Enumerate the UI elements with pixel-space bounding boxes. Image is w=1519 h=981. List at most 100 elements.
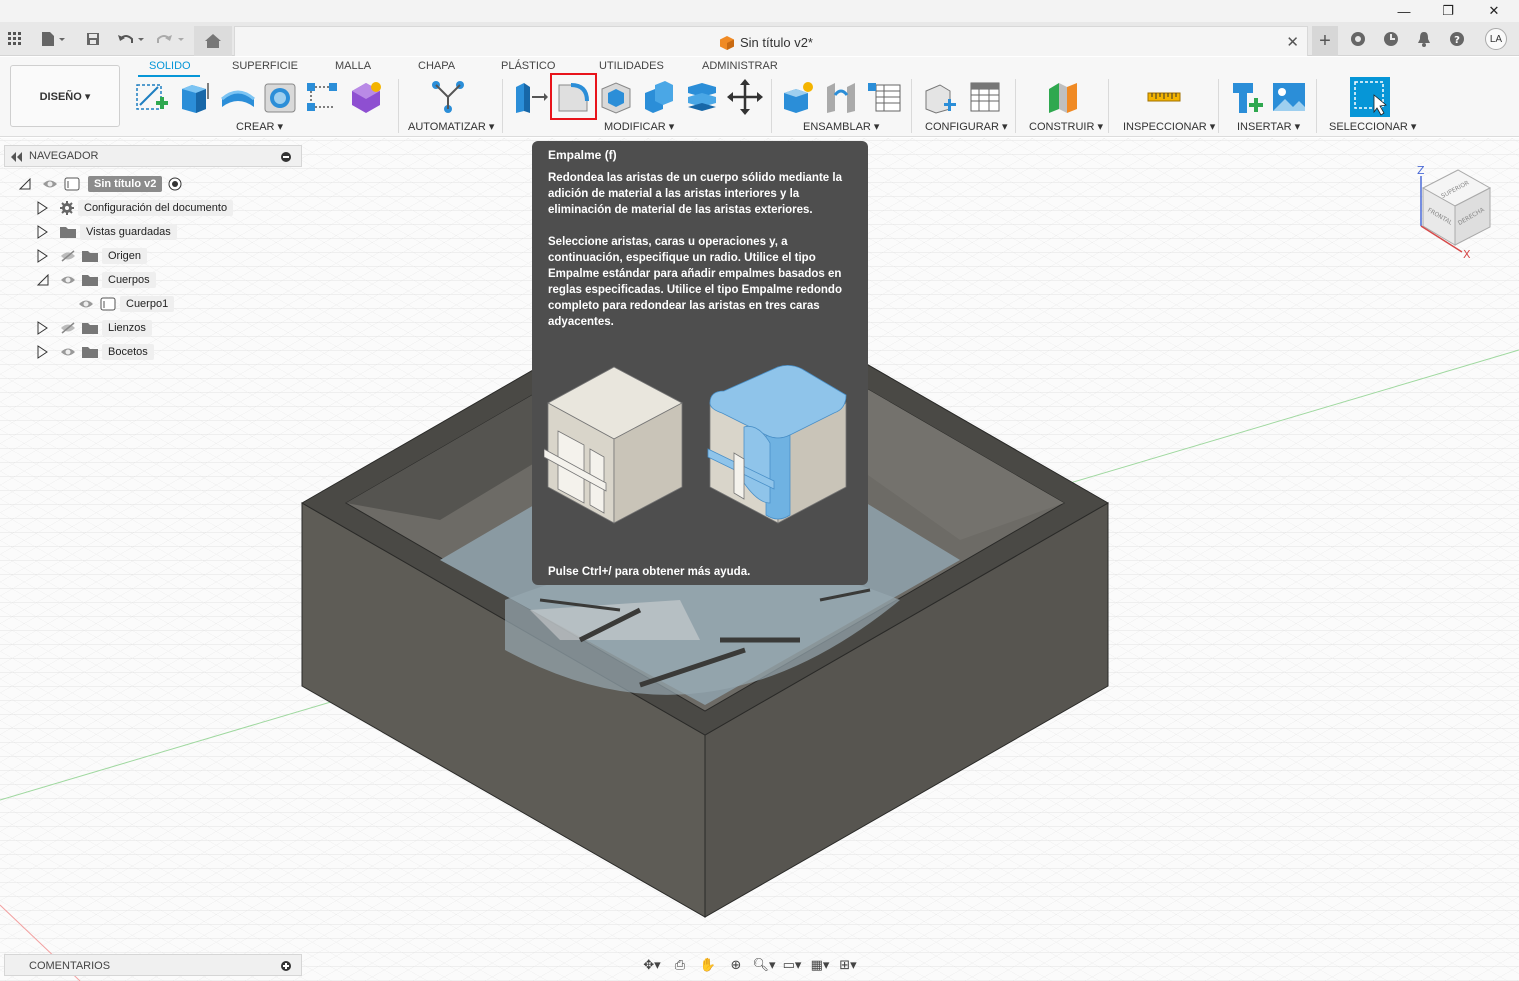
fit-icon[interactable]: 🔍︎▾: [752, 955, 776, 975]
create-form-icon[interactable]: [348, 79, 384, 115]
group-crear[interactable]: CREAR ▾: [236, 120, 283, 133]
expanded-triangle-icon[interactable]: [36, 274, 50, 286]
automate-icon[interactable]: [430, 79, 466, 115]
grid-icon[interactable]: [6, 30, 24, 48]
tree-item-document-settings[interactable]: Configuración del documento: [36, 198, 234, 218]
insert-mcmaster-icon[interactable]: [1229, 79, 1265, 115]
active-target-icon[interactable]: [168, 177, 182, 191]
configure-icon[interactable]: [922, 79, 958, 115]
group-configurar[interactable]: CONFIGURAR ▾: [925, 120, 1008, 133]
group-automatizar[interactable]: AUTOMATIZAR ▾: [408, 120, 494, 133]
new-component-icon[interactable]: [780, 79, 816, 115]
group-ensamblar[interactable]: ENSAMBLAR ▾: [803, 120, 879, 133]
orbit-icon[interactable]: ✥▾: [640, 955, 664, 975]
browser-panel-header[interactable]: NAVEGADOR: [4, 145, 302, 167]
split-body-icon[interactable]: [684, 79, 720, 115]
eye-icon[interactable]: [42, 178, 58, 190]
file-icon[interactable]: [38, 30, 68, 48]
comments-panel[interactable]: COMENTARIOS: [4, 954, 302, 976]
collapsed-triangle-icon[interactable]: [36, 201, 48, 215]
tree-item-canvases[interactable]: Lienzos: [36, 318, 152, 338]
grid-settings-icon[interactable]: ▦▾: [808, 955, 832, 975]
separator: [1316, 79, 1317, 133]
separator: [1108, 79, 1109, 133]
help-icon[interactable]: ?: [1448, 30, 1466, 48]
combine-icon[interactable]: [641, 79, 677, 115]
eye-icon[interactable]: [60, 346, 76, 358]
fillet-icon[interactable]: [555, 79, 591, 115]
tab-chapa[interactable]: CHAPA: [418, 60, 455, 72]
shell-icon[interactable]: [598, 79, 634, 115]
group-seleccionar[interactable]: SELECCIONAR ▾: [1329, 120, 1416, 133]
bill-of-materials-icon[interactable]: [866, 79, 902, 115]
group-modificar[interactable]: MODIFICAR ▾: [604, 120, 674, 133]
minimize-button[interactable]: —: [1381, 0, 1427, 22]
tooltip-body: Redondea las aristas de un cuerpo sólido…: [548, 170, 854, 330]
select-icon[interactable]: [1350, 77, 1390, 117]
separator: [398, 79, 399, 133]
tree-item-body1[interactable]: Cuerpo1: [78, 294, 175, 314]
hidden-eye-icon[interactable]: [60, 250, 76, 262]
axis-z-label: Z: [1417, 164, 1425, 177]
collapse-panel-icon[interactable]: [10, 152, 22, 162]
insert-image-icon[interactable]: [1271, 79, 1307, 115]
extrude-icon[interactable]: [176, 79, 212, 115]
tree-item-bodies[interactable]: Cuerpos: [36, 270, 156, 290]
document-tab[interactable]: Sin título v2* ✕: [234, 26, 1308, 56]
press-pull-icon[interactable]: [512, 79, 548, 115]
group-insertar[interactable]: INSERTAR ▾: [1237, 120, 1300, 133]
collapsed-triangle-icon[interactable]: [36, 321, 48, 335]
hole-icon[interactable]: [262, 79, 298, 115]
tree-root[interactable]: Sin título v2: [18, 174, 182, 194]
notifications-icon[interactable]: [1415, 30, 1433, 48]
tree-item-saved-views[interactable]: Vistas guardadas: [36, 222, 177, 242]
tab-superficie[interactable]: SUPERFICIE: [232, 60, 298, 72]
collapsed-triangle-icon[interactable]: [36, 249, 48, 263]
active-tab-indicator: [138, 75, 200, 77]
pan-icon[interactable]: ✋: [696, 955, 720, 975]
move-icon[interactable]: [727, 79, 763, 115]
viewports-icon[interactable]: ⊞▾: [836, 955, 860, 975]
joint-icon[interactable]: [823, 79, 859, 115]
hidden-eye-icon[interactable]: [60, 322, 76, 334]
close-tab-icon[interactable]: ✕: [1286, 33, 1299, 51]
look-at-icon[interactable]: ⎙: [668, 955, 692, 975]
close-window-button[interactable]: ✕: [1471, 0, 1517, 22]
display-settings-icon[interactable]: ▭▾: [780, 955, 804, 975]
collapsed-triangle-icon[interactable]: [36, 225, 48, 239]
create-sketch-icon[interactable]: [134, 79, 170, 115]
undo-icon[interactable]: [116, 30, 146, 48]
new-tab-button[interactable]: +: [1312, 26, 1338, 56]
tree-item-sketches[interactable]: Bocetos: [36, 342, 154, 362]
tab-administrar[interactable]: ADMINISTRAR: [702, 60, 778, 72]
collapsed-triangle-icon[interactable]: [36, 345, 48, 359]
tree-item-origin[interactable]: Origen: [36, 246, 148, 266]
svg-text:?: ?: [1454, 35, 1460, 46]
pattern-icon[interactable]: [304, 79, 340, 115]
revolve-icon[interactable]: [220, 79, 256, 115]
home-tab[interactable]: [194, 26, 232, 56]
eye-icon[interactable]: [78, 298, 94, 310]
measure-icon[interactable]: [1146, 79, 1182, 115]
workspace-switcher[interactable]: DISEÑO ▾: [10, 65, 120, 127]
save-icon[interactable]: [84, 30, 102, 48]
eye-icon[interactable]: [60, 274, 76, 286]
user-avatar[interactable]: LA: [1485, 28, 1507, 50]
construct-plane-icon[interactable]: [1045, 79, 1081, 115]
group-construir[interactable]: CONSTRUIR ▾: [1029, 120, 1103, 133]
tab-malla[interactable]: MALLA: [335, 60, 371, 72]
expanded-triangle-icon[interactable]: [18, 178, 32, 190]
tab-solido[interactable]: SOLIDO: [149, 60, 191, 72]
tab-utilidades[interactable]: UTILIDADES: [599, 60, 664, 72]
extensions-icon[interactable]: [1349, 30, 1367, 48]
redo-icon[interactable]: [156, 30, 186, 48]
minimize-panel-icon[interactable]: [281, 152, 291, 162]
job-status-icon[interactable]: [1382, 30, 1400, 48]
add-comment-icon[interactable]: [281, 961, 291, 971]
zoom-icon[interactable]: ⊕: [724, 955, 748, 975]
restore-button[interactable]: ❐: [1425, 0, 1471, 22]
configuration-table-icon[interactable]: [967, 79, 1003, 115]
folder-icon: [60, 227, 76, 238]
tab-plastico[interactable]: PLÁSTICO: [501, 60, 555, 72]
group-inspeccionar[interactable]: INSPECCIONAR ▾: [1123, 120, 1215, 133]
